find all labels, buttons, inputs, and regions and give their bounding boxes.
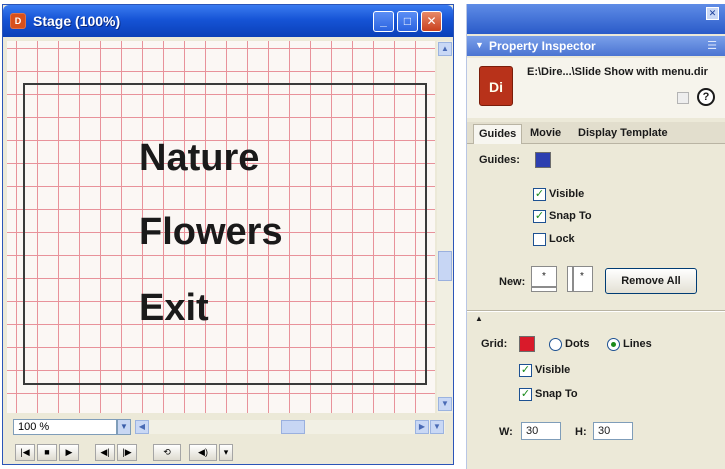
options-menu-icon[interactable]: ☰ xyxy=(707,39,717,52)
property-inspector-panel: ✕ ▼ Property Inspector ☰ Di E:\Dire...\S… xyxy=(466,4,725,469)
grid-dots-radio[interactable] xyxy=(549,338,562,351)
zoom-field[interactable]: 100 % xyxy=(13,419,117,435)
tab-display-template[interactable]: Display Template xyxy=(573,124,673,144)
vertical-guide-icon: * xyxy=(572,267,584,291)
maximize-button[interactable]: □ xyxy=(397,11,418,32)
tab-guides[interactable]: Guides xyxy=(473,124,523,144)
guides-color-swatch[interactable] xyxy=(535,152,551,168)
play-button[interactable]: ▶ xyxy=(59,444,79,461)
scroll-right-arrow[interactable]: ▶ xyxy=(415,420,429,434)
stage-canvas[interactable]: Nature Flowers Exit xyxy=(7,41,435,413)
scroll-down-small-arrow[interactable]: ▼ xyxy=(430,420,444,434)
guides-snap-checkbox[interactable]: ✓ xyxy=(533,210,546,223)
menu-item-exit[interactable]: Exit xyxy=(139,287,209,330)
grid-height-field[interactable]: 30 xyxy=(593,422,633,440)
guides-visible-checkbox[interactable]: ✓ xyxy=(533,188,546,201)
guides-label: Guides: xyxy=(479,154,520,166)
grid-lines-label: Lines xyxy=(623,338,652,350)
grid-label: Grid: xyxy=(481,338,508,350)
help-icon[interactable]: ? xyxy=(697,88,715,106)
stage-title: Stage (100%) xyxy=(33,13,121,29)
file-path: E:\Dire...\Slide Show with menu.dir xyxy=(527,66,708,78)
guides-lock-label: Lock xyxy=(549,233,575,245)
grid-dots-label: Dots xyxy=(565,338,590,350)
inspector-tabs: Guides Movie Display Template xyxy=(467,122,725,144)
grid-width-field[interactable]: 30 xyxy=(521,422,561,440)
remove-all-button[interactable]: Remove All xyxy=(605,268,697,294)
volume-button[interactable]: ◀) xyxy=(189,444,217,461)
guides-visible-label: Visible xyxy=(549,188,585,200)
grid-visible-label: Visible xyxy=(535,364,571,376)
svg-text:*: * xyxy=(580,271,584,282)
volume-dropdown-icon[interactable]: ▾ xyxy=(219,444,233,461)
guides-snap-label: Snap To xyxy=(549,210,592,222)
step-back-button[interactable]: ◀| xyxy=(95,444,115,461)
svg-text:*: * xyxy=(542,271,546,282)
menu-item-flowers[interactable]: Flowers xyxy=(139,211,283,254)
grid-visible-checkbox[interactable]: ✓ xyxy=(519,364,532,377)
vertical-scrollbar[interactable]: ▲ ▼ xyxy=(437,41,453,413)
horizontal-scrollbar[interactable]: ◀ ▶ ▼ xyxy=(135,420,445,434)
stage-titlebar[interactable]: D Stage (100%) _ □ ✕ xyxy=(3,5,453,37)
menu-item-nature[interactable]: Nature xyxy=(139,137,259,180)
lock-icon[interactable] xyxy=(677,92,689,104)
grid-snap-label: Snap To xyxy=(535,388,578,400)
tab-movie[interactable]: Movie xyxy=(525,124,566,144)
grid-color-swatch[interactable] xyxy=(519,336,535,352)
inspector-header[interactable]: ▼ Property Inspector ☰ xyxy=(467,36,725,56)
file-info-row: Di E:\Dire...\Slide Show with menu.dir ? xyxy=(467,58,725,118)
close-button[interactable]: ✕ xyxy=(421,11,442,32)
scroll-left-arrow[interactable]: ◀ xyxy=(135,420,149,434)
horizontal-guide-icon: * xyxy=(532,271,556,288)
section-collapse-icon[interactable]: ▲ xyxy=(475,314,483,323)
stop-button[interactable]: ■ xyxy=(37,444,57,461)
scroll-down-arrow[interactable]: ▼ xyxy=(438,397,452,411)
zoom-dropdown-icon[interactable]: ▼ xyxy=(117,419,131,435)
grid-height-label: H: xyxy=(575,426,587,438)
zoom-bar: 100 % ▼ ◀ ▶ ▼ xyxy=(7,417,453,437)
minimize-button[interactable]: _ xyxy=(373,11,394,32)
new-vertical-guide-handle[interactable]: * xyxy=(567,266,593,292)
director-document-icon: Di xyxy=(479,66,513,106)
horizontal-scroll-thumb[interactable] xyxy=(281,420,305,434)
stage-window: D Stage (100%) _ □ ✕ Nature Flowers Exit… xyxy=(2,4,454,465)
vertical-scroll-thumb[interactable] xyxy=(438,251,452,281)
panel-titlebar[interactable]: ✕ xyxy=(467,4,725,34)
grid-snap-checkbox[interactable]: ✓ xyxy=(519,388,532,401)
rewind-button[interactable]: |◀ xyxy=(15,444,35,461)
grid-lines-radio[interactable] xyxy=(607,338,620,351)
new-horizontal-guide-handle[interactable]: * xyxy=(531,266,557,292)
section-divider xyxy=(467,310,725,312)
grid-width-label: W: xyxy=(499,426,513,438)
step-forward-button[interactable]: |▶ xyxy=(117,444,137,461)
scroll-up-arrow[interactable]: ▲ xyxy=(438,42,452,56)
collapse-arrow-icon[interactable]: ▼ xyxy=(475,40,484,50)
loop-button[interactable]: ⟲ xyxy=(153,444,181,461)
director-app-icon[interactable]: D xyxy=(10,13,26,29)
new-guide-label: New: xyxy=(499,276,526,288)
inspector-title: Property Inspector xyxy=(489,39,596,53)
guides-lock-checkbox[interactable] xyxy=(533,233,546,246)
playback-controls: |◀ ■ ▶ ◀| |▶ ⟲ ◀) ▾ xyxy=(7,441,453,463)
close-icon[interactable]: ✕ xyxy=(706,7,719,20)
